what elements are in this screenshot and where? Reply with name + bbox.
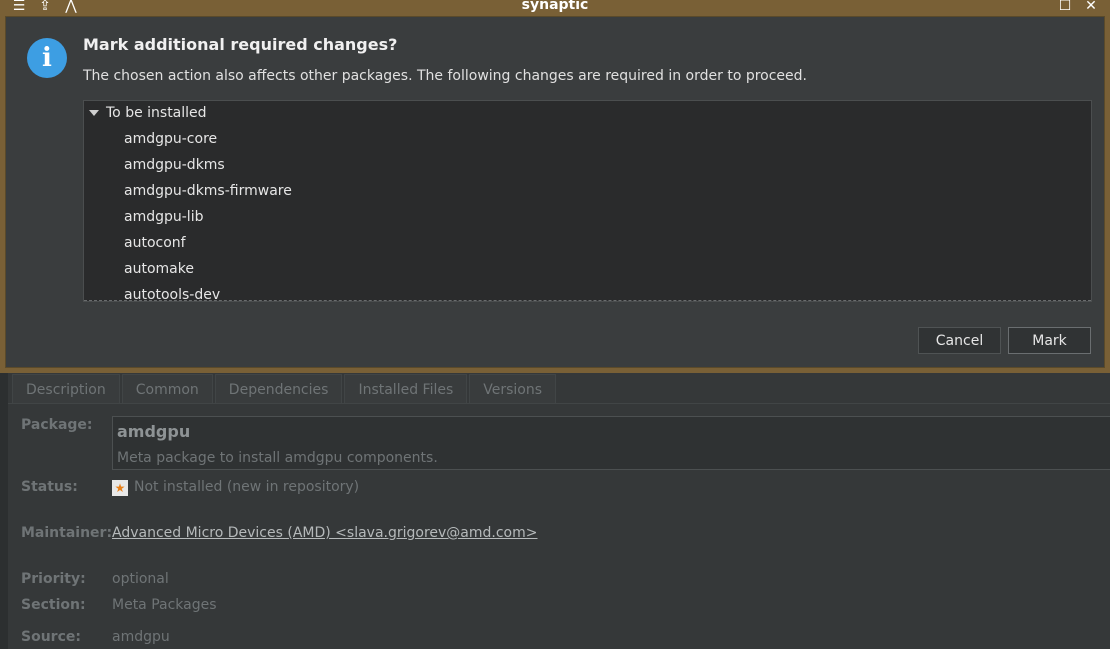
tree-item[interactable]: amdgpu-core [124, 131, 217, 147]
tab-divider [8, 403, 1110, 404]
priority-label: Priority: [21, 571, 86, 587]
section-label: Section: [21, 597, 86, 613]
mark-button[interactable]: Mark [1008, 327, 1091, 354]
window-title: synaptic [521, 0, 589, 13]
maintainer-link[interactable]: Advanced Micro Devices (AMD) <slava.grig… [112, 525, 538, 541]
source-label: Source: [21, 629, 81, 645]
status-label: Status: [21, 479, 78, 495]
section-value: Meta Packages [112, 597, 217, 613]
dialog-body: i Mark additional required changes? The … [5, 16, 1105, 368]
tab-common[interactable]: Common [121, 374, 213, 404]
package-name: amdgpu [117, 422, 191, 441]
changes-tree[interactable]: To be installed amdgpu-core amdgpu-dkms … [83, 100, 1092, 302]
left-edge [0, 370, 8, 649]
status-value: Not installed (new in repository) [134, 479, 360, 495]
titlebar[interactable]: ☰ ⇪ ⋀ synaptic ☐ ✕ [0, 0, 1110, 16]
package-box: amdgpu Meta package to install amdgpu co… [112, 416, 1110, 470]
maximize-icon[interactable]: ☐ [1052, 0, 1078, 15]
priority-value: optional [112, 571, 169, 587]
dialog-message: The chosen action also affects other pac… [83, 68, 807, 84]
tree-item[interactable]: amdgpu-lib [124, 209, 203, 225]
new-package-star-icon: ★ [112, 480, 128, 496]
tab-installed-files[interactable]: Installed Files [344, 374, 468, 404]
tree-item[interactable]: amdgpu-dkms-firmware [124, 183, 292, 199]
details-tabs: Description Common Dependencies Installe… [12, 374, 558, 404]
package-summary: Meta package to install amdgpu component… [117, 450, 438, 466]
source-value: amdgpu [112, 629, 170, 645]
tree-item[interactable]: autoconf [124, 235, 186, 251]
tree-group-to-be-installed[interactable]: To be installed [89, 105, 207, 121]
changes-dialog: ☰ ⇪ ⋀ synaptic ☐ ✕ i Mark additional req… [0, 0, 1110, 373]
titlebar-right-buttons: ☐ ✕ [1052, 0, 1104, 15]
tab-dependencies[interactable]: Dependencies [214, 374, 343, 404]
info-icon: i [27, 38, 67, 78]
tree-item[interactable]: amdgpu-dkms [124, 157, 225, 173]
tree-item[interactable]: automake [124, 261, 194, 277]
close-icon[interactable]: ✕ [1078, 0, 1104, 15]
tab-description[interactable]: Description [12, 374, 120, 404]
tab-versions[interactable]: Versions [469, 374, 557, 404]
package-label: Package: [21, 417, 93, 433]
maintainer-label: Maintainer: [21, 525, 113, 541]
tree-group-label: To be installed [106, 105, 207, 121]
dialog-heading: Mark additional required changes? [83, 35, 398, 54]
cancel-button[interactable]: Cancel [918, 327, 1001, 354]
chevron-down-icon[interactable] [89, 110, 99, 116]
tree-scroll-edge [84, 300, 1091, 301]
